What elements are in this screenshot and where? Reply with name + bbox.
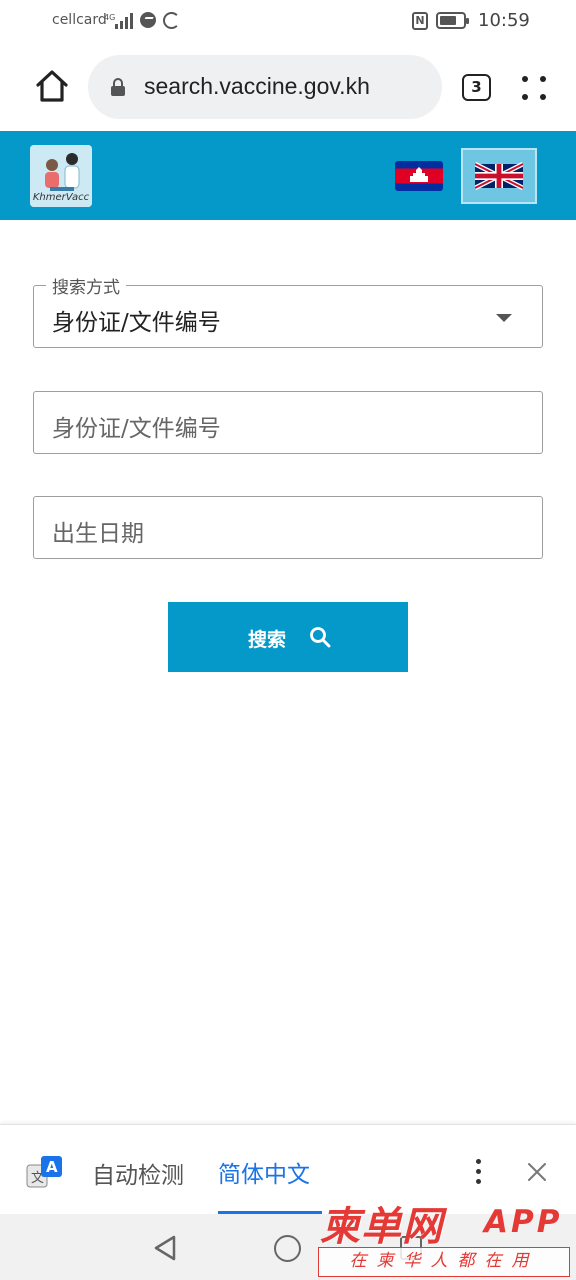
clock: 10:59 bbox=[478, 10, 530, 31]
date-of-birth-input[interactable]: 出生日期 bbox=[33, 496, 543, 559]
more-menu-icon[interactable] bbox=[520, 74, 550, 104]
lock-icon bbox=[111, 78, 125, 96]
english-flag-button[interactable] bbox=[461, 148, 537, 204]
watermark-brand: 柬单网 bbox=[320, 1204, 443, 1250]
uk-flag-icon bbox=[475, 161, 523, 191]
signal-icon: 4G bbox=[104, 13, 133, 29]
search-icon bbox=[310, 627, 331, 648]
nfc-icon: N bbox=[412, 12, 428, 30]
back-icon[interactable] bbox=[152, 1234, 178, 1262]
watermark-slogan: 在柬华人都在用 bbox=[318, 1247, 570, 1277]
detect-language-tab[interactable]: 自动检测 bbox=[92, 1156, 184, 1190]
battery-icon bbox=[436, 12, 469, 29]
address-bar[interactable]: search.vaccine.gov.kh bbox=[88, 55, 442, 119]
svg-text:4G: 4G bbox=[104, 13, 115, 22]
simplified-chinese-tab[interactable]: 简体中文 bbox=[218, 1155, 310, 1189]
site-header: KhmerVacc bbox=[0, 131, 576, 220]
carrier-label: cellcard bbox=[52, 12, 107, 28]
messenger-icon bbox=[140, 12, 156, 28]
home-nav-icon[interactable] bbox=[274, 1235, 301, 1262]
svg-text:A: A bbox=[46, 1158, 58, 1176]
tabs-button[interactable]: 3 bbox=[462, 74, 491, 101]
date-of-birth-placeholder: 出生日期 bbox=[52, 521, 144, 547]
search-method-legend: 搜索方式 bbox=[46, 273, 126, 298]
khmer-flag-button[interactable] bbox=[395, 161, 443, 191]
search-method-value: 身份证/文件编号 bbox=[52, 310, 221, 336]
search-method-select[interactable]: 搜索方式 身份证/文件编号 bbox=[33, 273, 543, 348]
search-button-label: 搜索 bbox=[248, 629, 287, 651]
browser-toolbar: search.vaccine.gov.kh 3 bbox=[0, 44, 576, 130]
sync-icon bbox=[163, 12, 180, 29]
status-bar: cellcard 4G N 10:59 bbox=[0, 0, 576, 44]
logo-text: KhmerVacc bbox=[32, 192, 90, 203]
home-icon[interactable] bbox=[30, 64, 74, 108]
close-icon[interactable] bbox=[526, 1161, 548, 1183]
id-number-input[interactable]: 身份证/文件编号 bbox=[33, 391, 543, 454]
dropdown-arrow-icon bbox=[496, 314, 512, 322]
translate-icon[interactable]: 文 A bbox=[26, 1155, 64, 1189]
translate-bar: 文 A 自动检测 简体中文 bbox=[0, 1124, 576, 1215]
more-vert-icon[interactable] bbox=[474, 1159, 484, 1185]
url-text[interactable]: search.vaccine.gov.kh bbox=[144, 73, 370, 100]
id-number-placeholder: 身份证/文件编号 bbox=[52, 416, 221, 442]
watermark-app: APP bbox=[484, 1204, 563, 1240]
search-button[interactable]: 搜索 bbox=[168, 602, 408, 672]
site-logo[interactable]: KhmerVacc bbox=[30, 145, 92, 207]
